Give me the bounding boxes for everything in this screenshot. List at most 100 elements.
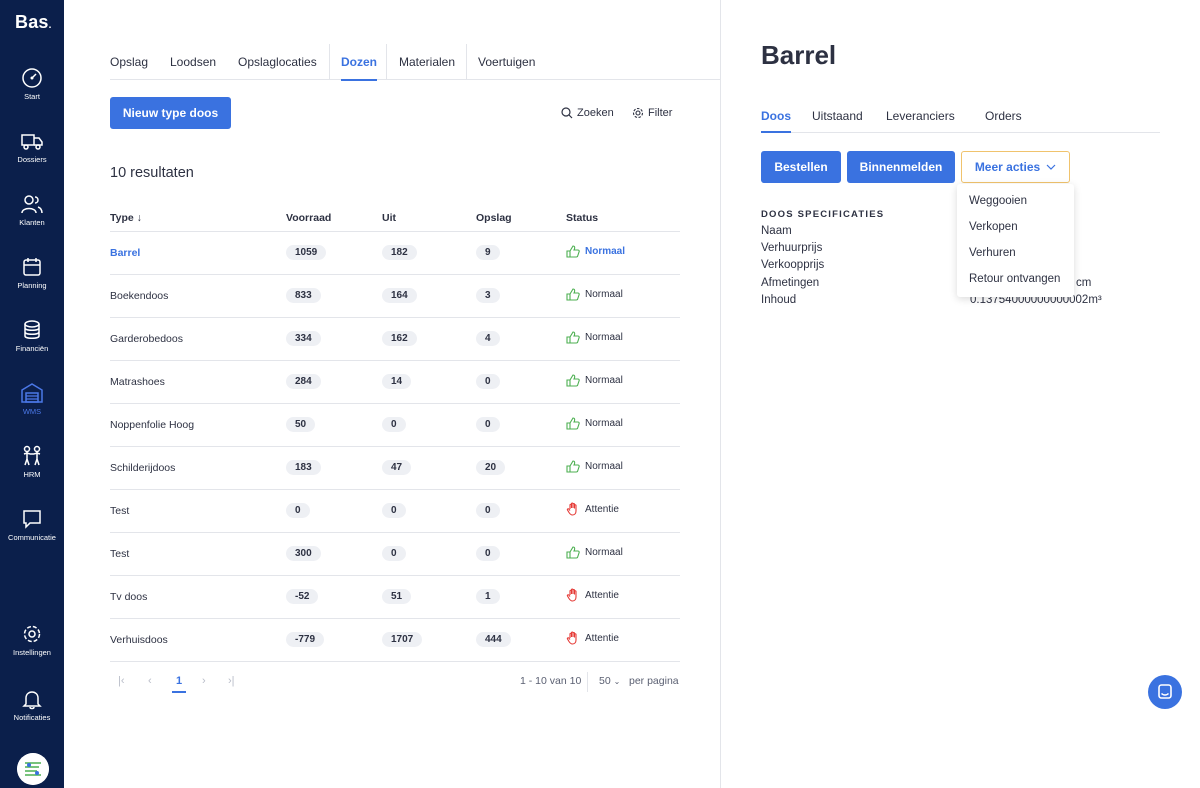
avatar[interactable] bbox=[17, 753, 49, 785]
table-row[interactable]: Boekendoos 833 164 3 Normaal bbox=[110, 274, 680, 318]
cell-type[interactable]: Tv doos bbox=[110, 575, 286, 619]
more-actions-button[interactable]: Meer acties bbox=[961, 151, 1070, 183]
sidebar-item-hrm[interactable]: HRM bbox=[0, 445, 64, 499]
cell-uit: 164 bbox=[382, 274, 476, 318]
sidebar-item-label: Start bbox=[24, 92, 40, 101]
cell-status: Normaal bbox=[566, 231, 680, 275]
cell-status: Normaal bbox=[566, 532, 680, 576]
menu-item-weggooien[interactable]: Weggooien bbox=[969, 195, 1027, 207]
cell-voorraad: 833 bbox=[286, 274, 382, 318]
check-in-button[interactable]: Binnenmelden bbox=[847, 151, 955, 183]
cell-type[interactable]: Barrel bbox=[110, 231, 286, 275]
filter-button[interactable]: Filter bbox=[632, 107, 672, 119]
cell-type[interactable]: Test bbox=[110, 489, 286, 533]
table-row[interactable]: Garderobedoos 334 162 4 Normaal bbox=[110, 317, 680, 361]
sidebar-item-dossiers[interactable]: Dossiers bbox=[0, 130, 64, 184]
next-page-button[interactable]: › bbox=[202, 675, 206, 687]
table-row[interactable]: Verhuisdoos -779 1707 444 Attentie bbox=[110, 618, 680, 662]
menu-item-verhuren[interactable]: Verhuren bbox=[969, 247, 1016, 259]
prev-page-button[interactable]: ‹ bbox=[148, 675, 152, 687]
chevron-down-icon bbox=[1046, 164, 1056, 170]
cell-type[interactable]: Matrashoes bbox=[110, 360, 286, 404]
sort-arrow-icon: ↓ bbox=[136, 212, 142, 225]
cell-status: Normaal bbox=[566, 446, 680, 490]
column-header-type[interactable]: Type ↓ bbox=[110, 206, 286, 232]
column-header-opslag[interactable]: Opslag bbox=[476, 206, 566, 232]
cell-voorraad: -779 bbox=[286, 618, 382, 662]
table-row[interactable]: Barrel 1059 182 9 Normaal bbox=[110, 231, 680, 275]
cell-type[interactable]: Noppenfolie Hoog bbox=[110, 403, 286, 447]
spec-label-afmetingen: Afmetingen bbox=[761, 277, 820, 289]
coins-icon bbox=[24, 320, 40, 339]
sidebar-item-planning[interactable]: Planning bbox=[0, 256, 64, 310]
cell-uit: 0 bbox=[382, 532, 476, 576]
cell-type[interactable]: Garderobedoos bbox=[110, 317, 286, 361]
tab-voertuigen[interactable]: Voertuigen bbox=[478, 55, 535, 69]
cell-voorraad: -52 bbox=[286, 575, 382, 619]
bell-icon bbox=[22, 691, 42, 710]
menu-item-retour-ontvangen[interactable]: Retour ontvangen bbox=[969, 273, 1060, 285]
menu-item-verkopen[interactable]: Verkopen bbox=[969, 221, 1018, 233]
pager-divider bbox=[587, 672, 588, 692]
cell-uit: 47 bbox=[382, 446, 476, 490]
tab-uitstaand[interactable]: Uitstaand bbox=[812, 109, 863, 123]
tab-materialen[interactable]: Materialen bbox=[399, 55, 455, 69]
chat-launcher-button[interactable] bbox=[1148, 675, 1182, 709]
column-header-uit[interactable]: Uit bbox=[382, 206, 476, 232]
first-page-button[interactable]: |‹ bbox=[118, 675, 125, 687]
cell-voorraad: 334 bbox=[286, 317, 382, 361]
search-button[interactable]: Zoeken bbox=[561, 107, 614, 119]
stop-hand-icon bbox=[566, 502, 577, 516]
sidebar-item-start[interactable]: Start bbox=[0, 67, 64, 121]
new-box-type-button[interactable]: Nieuw type doos bbox=[110, 97, 231, 129]
per-page-label: per pagina bbox=[629, 675, 679, 687]
table-row[interactable]: Test 300 0 0 Normaal bbox=[110, 532, 680, 576]
brand-logo[interactable]: Bas. bbox=[15, 12, 52, 33]
table-row[interactable]: Tv doos -52 51 1 Attentie bbox=[110, 575, 680, 619]
column-header-voorraad[interactable]: Voorraad bbox=[286, 206, 382, 232]
sidebar-item-label: Dossiers bbox=[17, 155, 47, 164]
cell-status: Normaal bbox=[566, 317, 680, 361]
sidebar-item-communicatie[interactable]: Communicatie bbox=[0, 508, 64, 562]
thumbs-up-icon bbox=[566, 287, 580, 301]
section-tabs: Opslag Loodsen Opslaglocaties Dozen Mate… bbox=[110, 44, 720, 81]
range-text: 1 - 10 van 10 bbox=[520, 675, 582, 687]
table-row[interactable]: Noppenfolie Hoog 50 0 0 Normaal bbox=[110, 403, 680, 447]
cell-voorraad: 0 bbox=[286, 489, 382, 533]
thumbs-up-icon bbox=[566, 244, 580, 258]
sidebar-item-klanten[interactable]: Klanten bbox=[0, 193, 64, 247]
table-row[interactable]: Test 0 0 0 Attentie bbox=[110, 489, 680, 533]
sidebar-item-notificaties[interactable]: Notificaties bbox=[0, 688, 64, 742]
cell-type[interactable]: Verhuisdoos bbox=[110, 618, 286, 662]
cell-voorraad: 300 bbox=[286, 532, 382, 576]
cell-type[interactable]: Schilderijdoos bbox=[110, 446, 286, 490]
sidebar-item-label: HRM bbox=[23, 470, 41, 479]
people-icon bbox=[23, 445, 41, 466]
tab-opslag[interactable]: Opslag bbox=[110, 55, 148, 69]
tab-leveranciers[interactable]: Leveranciers bbox=[886, 109, 955, 123]
table-row[interactable]: Schilderijdoos 183 47 20 Normaal bbox=[110, 446, 680, 490]
order-button[interactable]: Bestellen bbox=[761, 151, 841, 183]
sidebar-item-wms[interactable]: WMS bbox=[0, 382, 64, 436]
cell-type[interactable]: Test bbox=[110, 532, 286, 576]
tab-divider bbox=[466, 44, 467, 80]
page-number[interactable]: 1 bbox=[171, 675, 187, 693]
last-page-button[interactable]: ›| bbox=[228, 675, 235, 687]
cell-uit: 0 bbox=[382, 403, 476, 447]
tab-doos[interactable]: Doos bbox=[761, 109, 791, 133]
box-types-table: Type ↓ Voorraad Uit Opslag Status Barrel… bbox=[110, 206, 680, 662]
cell-uit: 0 bbox=[382, 489, 476, 533]
table-row[interactable]: Matrashoes 284 14 0 Normaal bbox=[110, 360, 680, 404]
per-page-select[interactable]: 50 ⌄ bbox=[599, 675, 620, 687]
tab-orders[interactable]: Orders bbox=[985, 109, 1022, 123]
sidebar-item-financien[interactable]: Financiën bbox=[0, 319, 64, 373]
thumbs-up-icon bbox=[566, 459, 580, 473]
cell-type[interactable]: Boekendoos bbox=[110, 274, 286, 318]
cell-opslag: 4 bbox=[476, 317, 566, 361]
sidebar-item-instellingen[interactable]: Instellingen bbox=[0, 623, 64, 677]
column-header-status[interactable]: Status bbox=[566, 206, 680, 232]
tab-dozen[interactable]: Dozen bbox=[341, 55, 377, 81]
tab-opslaglocaties[interactable]: Opslaglocaties bbox=[238, 55, 317, 69]
tab-loodsen[interactable]: Loodsen bbox=[170, 55, 216, 69]
tab-divider bbox=[386, 44, 387, 80]
